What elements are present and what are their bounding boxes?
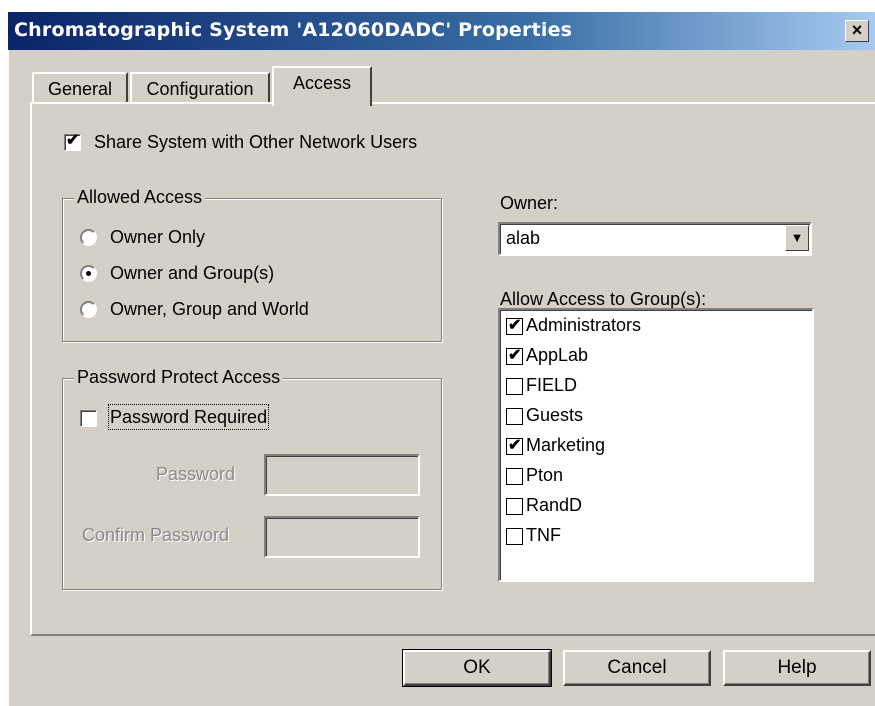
password-required-checkbox[interactable] (80, 410, 97, 427)
window-title: Chromatographic System 'A12060DADC' Prop… (14, 19, 573, 41)
radio-owner-and-groups[interactable] (80, 265, 97, 282)
group-name: TNF (526, 525, 561, 545)
tab-access-label: Access (292, 73, 352, 93)
check-icon: ✔ (508, 317, 522, 334)
help-label: Help (777, 657, 817, 678)
tab-configuration-label: Configuration (146, 79, 254, 99)
owner-only-label: Owner Only (110, 227, 206, 247)
group-checkbox[interactable] (506, 498, 523, 515)
group-name: Administrators (526, 315, 642, 335)
group-checkbox[interactable] (506, 378, 523, 395)
group-name: FIELD (526, 375, 578, 395)
group-name: Guests (526, 405, 584, 425)
check-icon: ✔ (66, 132, 80, 149)
group-checkbox[interactable]: ✔ (506, 347, 523, 365)
share-system-label: Share System with Other Network Users (94, 132, 418, 152)
owner-label: Owner: (500, 193, 559, 213)
groups-label: Allow Access to Group(s): (500, 289, 707, 309)
title-bar: Chromatographic System 'A12060DADC' Prop… (8, 12, 875, 50)
group-name: Marketing (526, 435, 606, 455)
check-icon: ✔ (508, 347, 522, 364)
owner-dropdown[interactable]: alab ▼ (498, 222, 812, 256)
owner-value: alab (506, 228, 541, 248)
tab-configuration[interactable]: Configuration (130, 72, 270, 104)
cancel-button[interactable]: Cancel (563, 650, 711, 686)
owner-group-world-label: Owner, Group and World (110, 299, 309, 319)
group-checkbox[interactable]: ✔ (506, 317, 523, 335)
password-field[interactable] (264, 454, 420, 496)
group-name: AppLab (526, 345, 589, 365)
group-checkbox[interactable] (506, 528, 523, 545)
chevron-down-icon: ▼ (790, 230, 804, 245)
radio-selected-dot (86, 271, 91, 276)
confirm-password-field[interactable] (264, 516, 420, 558)
confirm-password-label: Confirm Password (82, 525, 230, 545)
cancel-label: Cancel (607, 657, 667, 678)
group-checkbox[interactable] (506, 408, 523, 425)
tab-general-label: General (47, 79, 113, 99)
radio-owner-only[interactable] (80, 229, 97, 246)
help-button[interactable]: Help (723, 650, 871, 686)
ok-label: OK (463, 657, 491, 678)
groups-list[interactable]: ✔ Administrators ✔ AppLab FIELD Guests ✔… (498, 308, 814, 582)
tab-general[interactable]: General (32, 72, 128, 104)
password-required-label: Password Required (107, 404, 270, 430)
group-name: Pton (526, 465, 564, 485)
group-name: RandD (526, 495, 583, 515)
close-button[interactable]: × (845, 20, 869, 42)
owner-dropdown-button[interactable]: ▼ (785, 225, 809, 251)
close-icon: × (851, 20, 863, 40)
share-system-checkbox[interactable]: ✔ (64, 132, 81, 151)
allowed-access-legend: Allowed Access (74, 187, 206, 207)
radio-owner-group-world[interactable] (80, 301, 97, 318)
password-label: Password (156, 464, 236, 484)
tab-access[interactable]: Access (272, 66, 372, 106)
group-checkbox[interactable] (506, 468, 523, 485)
ok-button[interactable]: OK (402, 649, 552, 687)
owner-and-groups-label: Owner and Group(s) (110, 263, 275, 283)
check-icon: ✔ (508, 437, 522, 454)
password-protect-legend: Password Protect Access (74, 367, 284, 387)
group-checkbox[interactable]: ✔ (506, 437, 523, 455)
